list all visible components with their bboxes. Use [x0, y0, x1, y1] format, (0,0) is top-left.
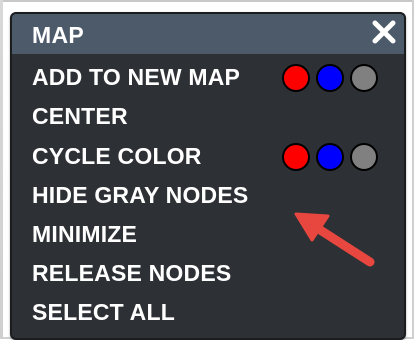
menu-title: MAP — [32, 22, 85, 48]
blue-swatch[interactable] — [316, 143, 344, 171]
screenshot-frame: MAP ADD TO NEW MAP CENTER CYCLE COLOR HI… — [0, 0, 414, 340]
arrow-pointer-icon — [294, 212, 375, 267]
menu-item-add-to-new-map[interactable]: ADD TO NEW MAP — [32, 64, 240, 91]
cycle-color-swatches — [282, 143, 378, 171]
map-context-menu: MAP ADD TO NEW MAP CENTER CYCLE COLOR HI… — [10, 12, 406, 340]
menu-item-cycle-color[interactable]: CYCLE COLOR — [32, 143, 202, 170]
menu-item-hide-gray-nodes[interactable]: HIDE GRAY NODES — [32, 182, 248, 209]
menu-header: MAP — [12, 14, 404, 54]
menu-item-release-nodes[interactable]: RELEASE NODES — [32, 260, 231, 287]
add-to-new-map-swatches — [282, 64, 378, 92]
edge-top — [0, 0, 414, 2]
gray-swatch[interactable] — [350, 64, 378, 92]
menu-item-select-all[interactable]: SELECT ALL — [32, 299, 175, 326]
menu-item-minimize[interactable]: MINIMIZE — [32, 221, 137, 248]
red-swatch[interactable] — [282, 143, 310, 171]
close-icon[interactable] — [370, 18, 398, 46]
menu-item-center[interactable]: CENTER — [32, 103, 128, 130]
edge-left — [0, 0, 3, 339]
gray-swatch[interactable] — [350, 143, 378, 171]
blue-swatch[interactable] — [316, 64, 344, 92]
red-swatch[interactable] — [282, 64, 310, 92]
